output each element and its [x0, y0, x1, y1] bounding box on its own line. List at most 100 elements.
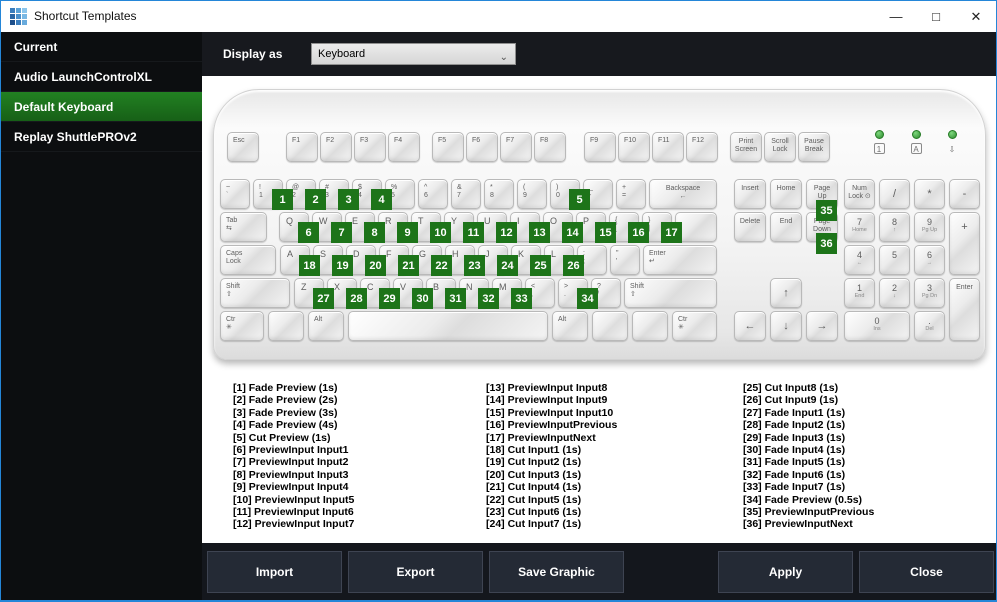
keyboard-key[interactable]: F10: [618, 132, 650, 162]
key-label: ↑: [783, 287, 789, 299]
keyboard-key[interactable]: * 8: [484, 179, 514, 209]
keyboard-key[interactable]: -: [949, 179, 980, 209]
keyboard-key[interactable]: F9: [584, 132, 616, 162]
keyboard-key[interactable]: Insert: [734, 179, 766, 209]
key-label: Backspace ←: [665, 185, 701, 200]
key-label: F7: [506, 137, 515, 144]
window-title: Shortcut Templates: [34, 9, 137, 23]
keyboard-key[interactable]: *: [914, 179, 945, 209]
keyboard-key[interactable]: F4: [388, 132, 420, 162]
keyboard-key[interactable]: Ctr ✳: [220, 311, 264, 341]
keyboard-key[interactable]: 7 Home: [844, 212, 875, 242]
shortcut-entry: [24] Cut Input7 (1s): [486, 518, 582, 531]
keyboard-key[interactable]: 9 Pg Up: [914, 212, 945, 242]
keyboard-key[interactable]: Enter: [949, 278, 980, 341]
save-graphic-button[interactable]: Save Graphic: [489, 551, 624, 593]
keyboard-key[interactable]: Tab ⇆: [220, 212, 267, 242]
shortcut-entry: [6] PreviewInput Input1: [233, 444, 349, 457]
key-label: Shift ⇧: [630, 283, 645, 298]
keyboard-key[interactable]: . Del: [914, 311, 945, 341]
keyboard-key[interactable]: F5: [432, 132, 464, 162]
close-button[interactable]: Close: [859, 551, 994, 593]
keyboard-key[interactable]: Home: [770, 179, 802, 209]
shortcut-entry: [36] PreviewInputNext: [743, 518, 853, 531]
key-label: Ctr ✳: [678, 316, 688, 331]
display-header: Display as Keyboard ⌄: [202, 32, 996, 76]
keyboard-key[interactable]: F12: [686, 132, 718, 162]
keyboard-key[interactable]: Delete: [734, 212, 766, 242]
keyboard-key[interactable]: [348, 311, 548, 341]
keyboard-key[interactable]: Backspace ←: [649, 179, 717, 209]
keyboard-key[interactable]: Shift ⇧: [220, 278, 290, 308]
keyboard-key[interactable]: 2 ↓: [879, 278, 910, 308]
close-button[interactable]: ✕: [956, 1, 996, 32]
key-label: Insert: [741, 185, 759, 192]
shortcut-entry: [35] PreviewInputPrevious: [743, 506, 875, 519]
keyboard-key[interactable]: [268, 311, 304, 341]
keyboard-key[interactable]: Caps Lock: [220, 245, 276, 275]
key-label: Pause Break: [804, 138, 824, 153]
keyboard-key[interactable]: F2: [320, 132, 352, 162]
keyboard-key[interactable]: Num Lock ⊙: [844, 179, 875, 209]
shortcut-column: [25] Cut Input8 (1s) [26] Cut Input9 (1s)…: [743, 382, 874, 531]
key-label: Tab ⇆: [226, 217, 238, 232]
keyboard-key[interactable]: & 7: [451, 179, 481, 209]
title-bar: Shortcut Templates — □ ✕: [1, 1, 996, 32]
import-button[interactable]: Import: [207, 551, 342, 593]
keyboard-key[interactable]: End: [770, 212, 802, 242]
keyboard-key[interactable]: 8 ↑: [879, 212, 910, 242]
keyboard-key[interactable]: 1 End: [844, 278, 875, 308]
keyboard-key[interactable]: →: [806, 311, 838, 341]
keyboard-key[interactable]: F6: [466, 132, 498, 162]
keyboard-key[interactable]: ~ `: [220, 179, 250, 209]
shortcut-entry: [14] PreviewInput Input9: [486, 394, 608, 407]
export-button[interactable]: Export: [348, 551, 483, 593]
keyboard-key[interactable]: +: [949, 212, 980, 275]
keyboard-key[interactable]: /: [879, 179, 910, 209]
keyboard-key[interactable]: " ': [610, 245, 640, 275]
shortcut-badge: 4: [371, 189, 392, 210]
keyboard-key[interactable]: Enter ↵: [643, 245, 717, 275]
keyboard-key[interactable]: 5: [879, 245, 910, 275]
sidebar-item[interactable]: Current: [1, 32, 202, 62]
keyboard-key[interactable]: Shift ⇧: [624, 278, 717, 308]
display-as-dropdown[interactable]: Keyboard ⌄: [311, 43, 516, 65]
keyboard-key[interactable]: ↓: [770, 311, 802, 341]
keyboard-key[interactable]: Pause Break: [798, 132, 830, 162]
keyboard-key[interactable]: F3: [354, 132, 386, 162]
keyboard-key[interactable]: ←: [734, 311, 766, 341]
shortcut-badge: 3: [338, 189, 359, 210]
keyboard-key[interactable]: (9: [517, 179, 547, 209]
keyboard-key[interactable]: F7: [500, 132, 532, 162]
keyboard-key[interactable]: [632, 311, 668, 341]
key-label: & 7: [457, 184, 462, 199]
sidebar-item[interactable]: Replay ShuttlePROv2: [1, 122, 202, 152]
keyboard-key[interactable]: ^ 6: [418, 179, 448, 209]
maximize-button[interactable]: □: [916, 1, 956, 32]
key-label: F12: [692, 137, 705, 144]
keyboard-key[interactable]: Esc: [227, 132, 259, 162]
minimize-button[interactable]: —: [876, 1, 916, 32]
keyboard-key[interactable]: + =: [616, 179, 646, 209]
keyboard-key[interactable]: F11: [652, 132, 684, 162]
keyboard-key[interactable]: Alt: [552, 311, 588, 341]
keyboard-key[interactable]: 6 →: [914, 245, 945, 275]
sidebar-item[interactable]: Audio LaunchControlXL: [1, 62, 202, 92]
shortcut-entry: [16] PreviewInputPrevious: [486, 419, 618, 432]
keyboard-key[interactable]: 3 Pg Dn: [914, 278, 945, 308]
keyboard-key[interactable]: Ctr ✳: [672, 311, 717, 341]
keyboard-key[interactable]: Print Screen: [730, 132, 762, 162]
keyboard-key[interactable]: ↑: [770, 278, 802, 308]
shortcut-entry: [1] Fade Preview (1s): [233, 382, 338, 394]
keyboard-key[interactable]: Alt: [308, 311, 344, 341]
keyboard-key[interactable]: 4 ←: [844, 245, 875, 275]
keyboard-key[interactable]: Scroll Lock: [764, 132, 796, 162]
keyboard-key[interactable]: F1: [286, 132, 318, 162]
keyboard-key[interactable]: 0 Ins: [844, 311, 910, 341]
keyboard-key[interactable]: [592, 311, 628, 341]
keyboard-key[interactable]: F8: [534, 132, 566, 162]
shortcut-entry: [18] Cut Input1 (1s): [486, 444, 582, 457]
sidebar-item[interactable]: Default Keyboard: [1, 92, 202, 122]
apply-button[interactable]: Apply: [718, 551, 853, 593]
key-label: [676, 213, 716, 225]
